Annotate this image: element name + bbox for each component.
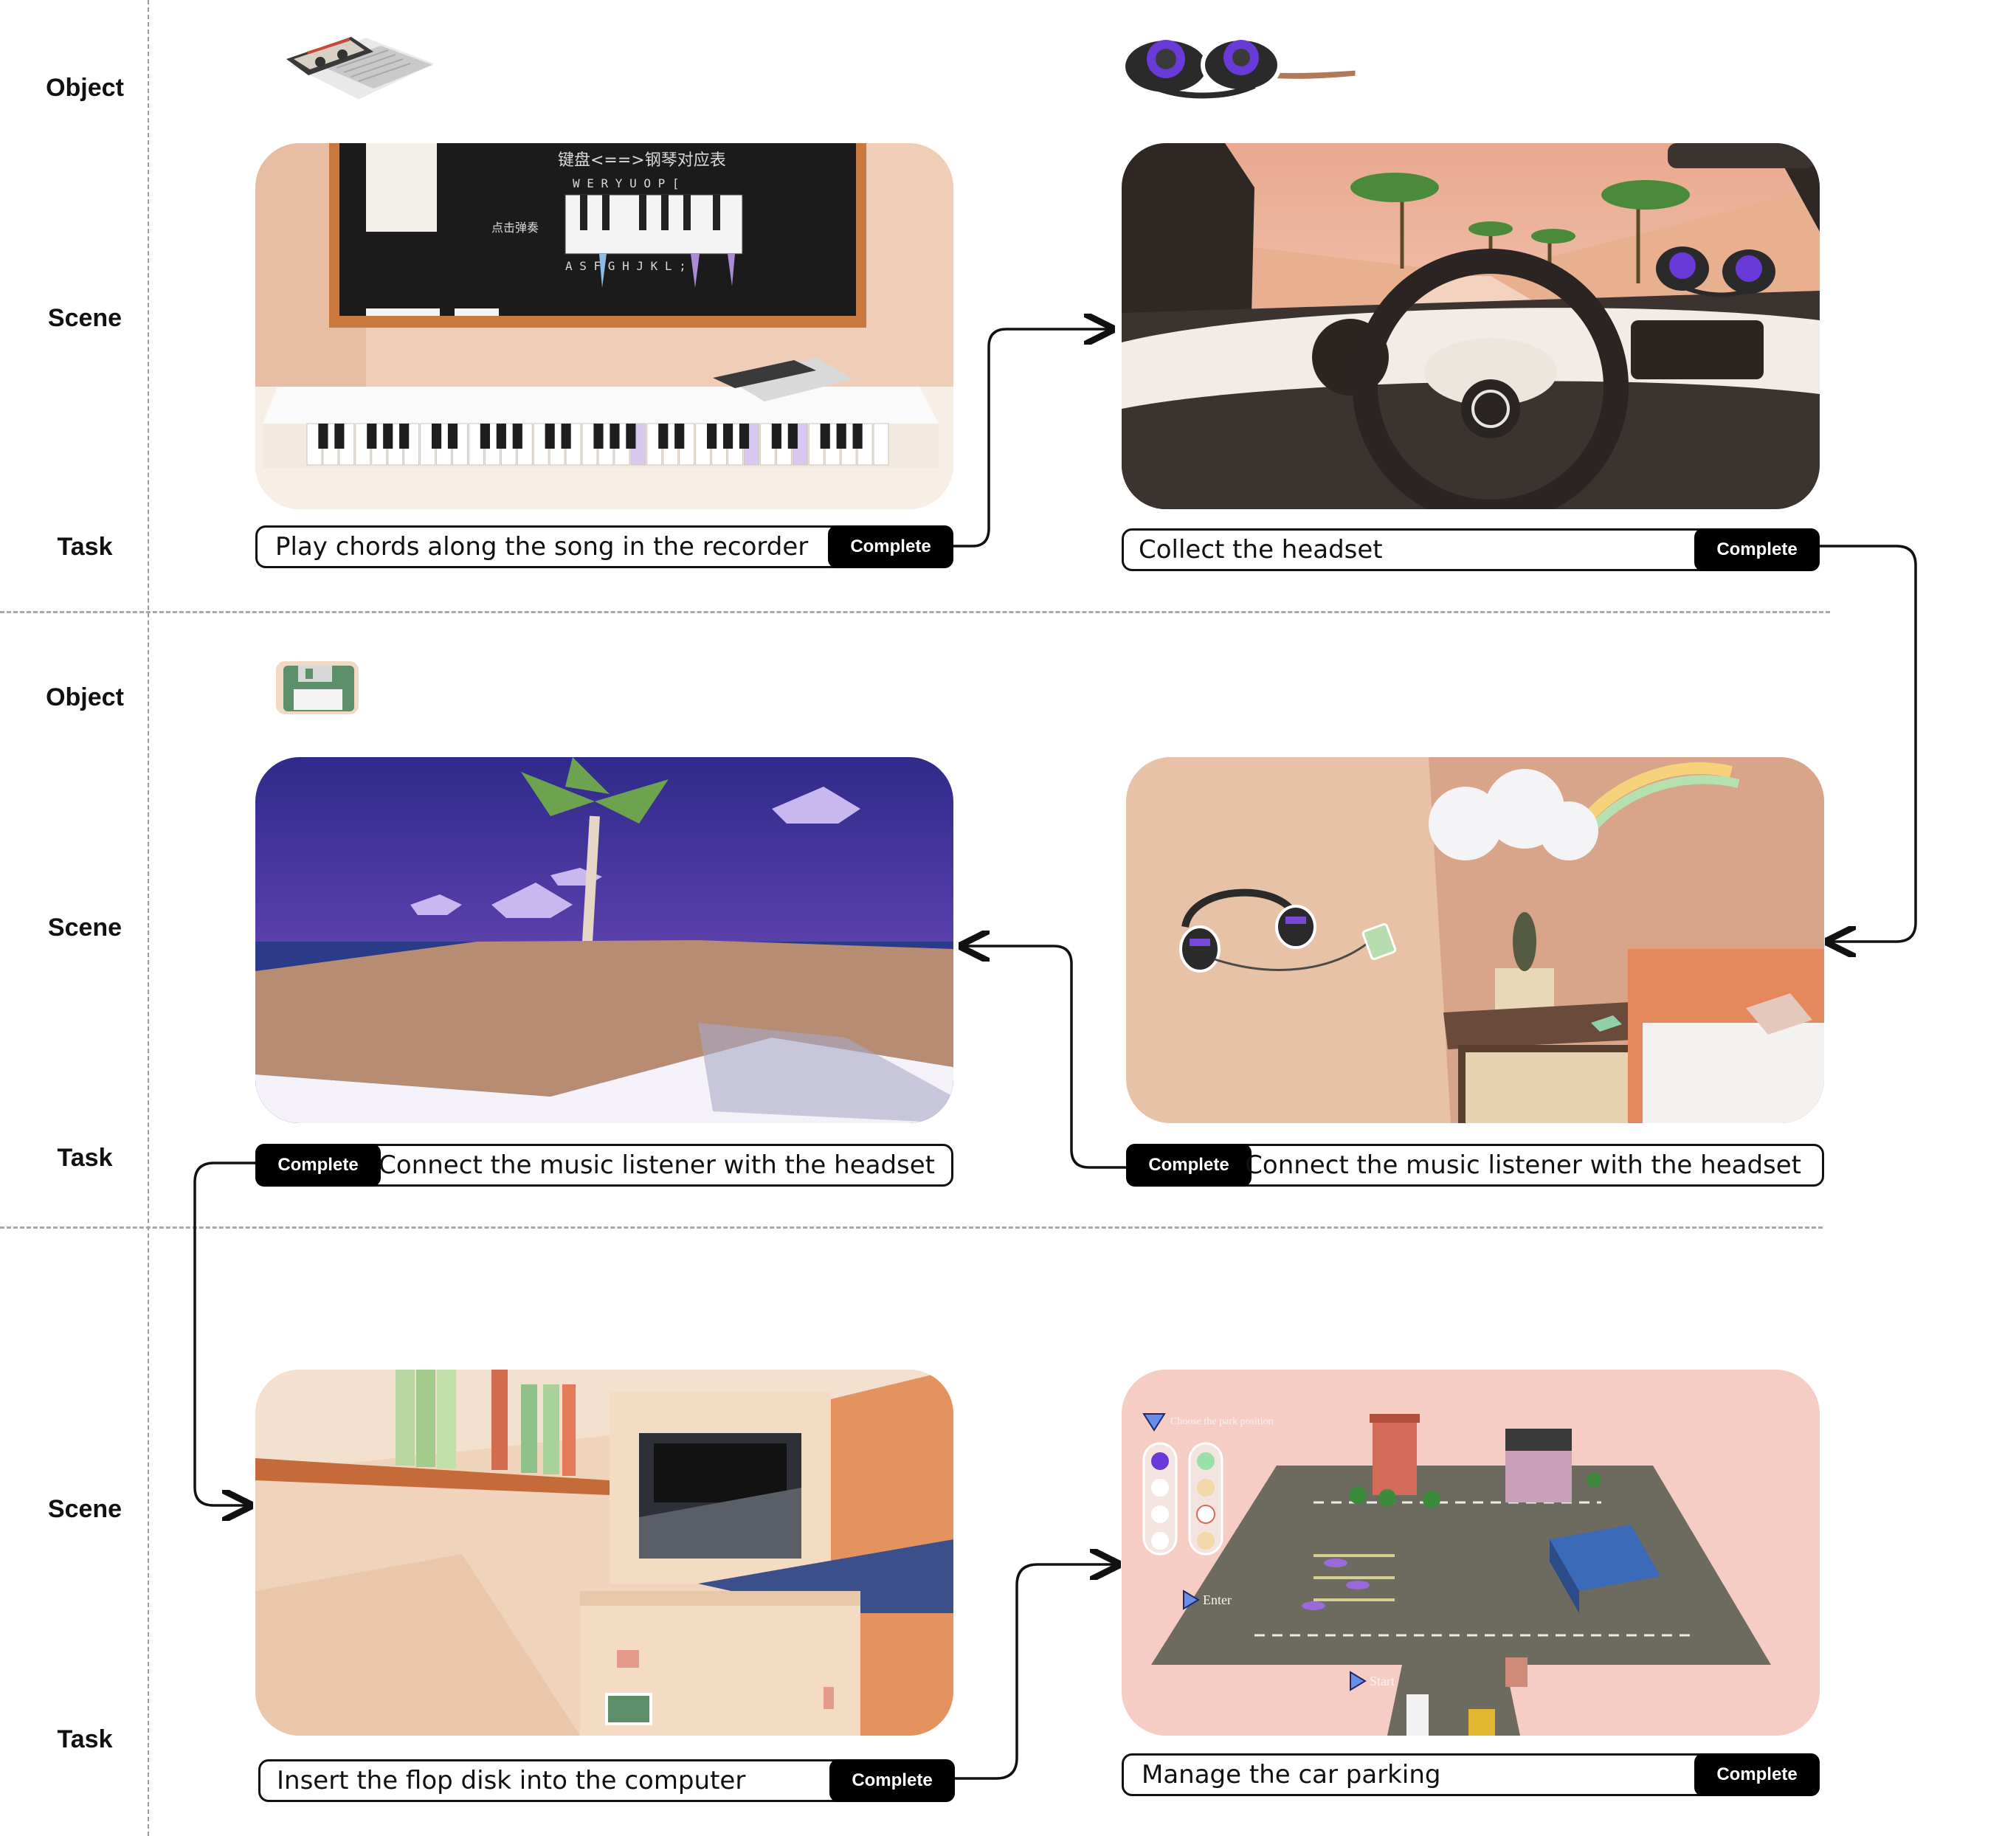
complete-button-6[interactable]: Complete: [1694, 1753, 1820, 1796]
arrow-5-to-6: [955, 1564, 1116, 1780]
flow-arrows: [193, 0, 1917, 1780]
arrow-2-to-4: [1820, 545, 1917, 942]
arrow-3-to-5: [193, 1162, 255, 1505]
task-text-5: Insert the flop disk into the computer: [277, 1766, 746, 1795]
task-bar-4: Complete Connect the music listener with…: [1126, 1144, 1824, 1187]
complete-button-2[interactable]: Complete: [1694, 528, 1820, 571]
arrow-4-to-3: [964, 946, 1126, 1169]
task-bar-3: Complete Connect the music listener with…: [255, 1144, 953, 1187]
complete-button-1[interactable]: Complete: [828, 525, 953, 568]
task-text-1: Play chords along the song in the record…: [275, 532, 809, 562]
task-text-4: Connect the music listener with the head…: [1245, 1150, 1801, 1180]
task-text-2: Collect the headset: [1139, 535, 1383, 565]
complete-button-3[interactable]: Complete: [255, 1144, 381, 1187]
task-text-6: Manage the car parking: [1142, 1760, 1441, 1790]
task-bar-1: Play chords along the song in the record…: [255, 525, 953, 568]
task-bar-5: Insert the flop disk into the computer C…: [258, 1759, 955, 1802]
complete-button-4[interactable]: Complete: [1126, 1144, 1252, 1187]
complete-button-5[interactable]: Complete: [829, 1759, 955, 1802]
arrow-1-to-2: [953, 329, 1110, 548]
task-bar-2: Collect the headset Complete: [1122, 528, 1820, 571]
task-bar-6: Manage the car parking Complete: [1122, 1753, 1820, 1796]
task-text-3: Connect the music listener with the head…: [379, 1150, 935, 1180]
